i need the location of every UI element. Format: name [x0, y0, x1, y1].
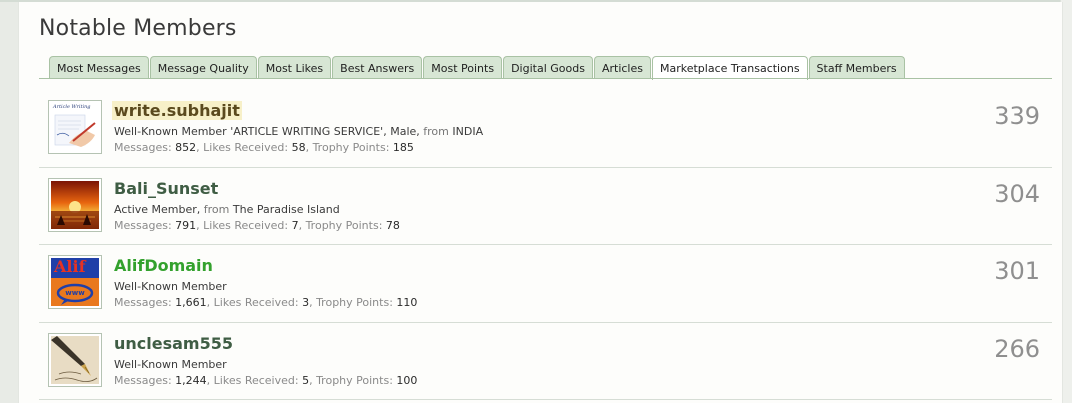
writing-hand-icon — [51, 103, 99, 151]
member-stats: Messages: 791, Likes Received: 7, Trophy… — [114, 218, 400, 232]
member-title: Well-Known Member — [114, 125, 227, 138]
messages-count: 791 — [175, 218, 197, 232]
avatar[interactable]: Article Writing — [48, 100, 102, 154]
tab-digital-goods[interactable]: Digital Goods — [503, 56, 593, 79]
points-count[interactable]: 100 — [396, 374, 417, 387]
avatar-sub-text: www — [65, 289, 85, 297]
sunset-icon — [51, 180, 99, 229]
member-stats: Messages: 1,244, Likes Received: 5, Trop… — [114, 373, 418, 387]
likes-label: Likes Received: — [213, 373, 299, 387]
avatar[interactable]: Alif www — [48, 255, 102, 309]
member-name[interactable]: AlifDomain — [114, 256, 213, 275]
page-title: Notable Members — [39, 16, 237, 41]
member-info: Well-Known Member — [114, 280, 227, 293]
from-label: from — [423, 125, 449, 138]
points-label: Trophy Points: — [316, 296, 393, 309]
member-list: Article Writing write.subhajit Well-Know… — [39, 90, 1052, 400]
speech-bubble-icon — [56, 283, 94, 305]
transaction-count: 266 — [994, 334, 1040, 363]
transaction-count: 301 — [994, 257, 1040, 285]
points-label: Trophy Points: — [316, 373, 393, 387]
member-tabs: Most Messages Message Quality Most Likes… — [49, 55, 906, 80]
member-custom-title: 'ARTICLE WRITING SERVICE' — [230, 125, 384, 138]
likes-count: 3 — [302, 296, 310, 309]
member-location[interactable]: The Paradise Island — [233, 203, 340, 216]
tab-staff-members[interactable]: Staff Members — [808, 56, 905, 79]
messages-label: Messages: — [114, 218, 172, 232]
tab-most-likes[interactable]: Most Likes — [257, 56, 332, 79]
member-gender: Male — [390, 125, 417, 138]
points-count[interactable]: 110 — [396, 296, 417, 309]
from-label: from — [203, 202, 230, 216]
transaction-count: 339 — [994, 102, 1040, 130]
tab-marketplace-transactions[interactable]: Marketplace Transactions — [651, 56, 808, 80]
member-info: Well-Known Member — [114, 358, 227, 371]
member-title: Well-Known Member — [114, 357, 227, 371]
points-label: Trophy Points: — [305, 218, 383, 232]
likes-label: Likes Received: — [203, 218, 289, 232]
member-row: Article Writing write.subhajit Well-Know… — [39, 90, 1052, 168]
likes-label: Likes Received: — [203, 141, 289, 154]
member-name[interactable]: write.subhajit — [112, 101, 242, 120]
likes-label: Likes Received: — [213, 296, 299, 309]
tab-articles[interactable]: Articles — [593, 56, 651, 79]
avatar-image: Alif www — [51, 258, 99, 306]
member-name[interactable]: Bali_Sunset — [114, 179, 218, 198]
notable-members-panel: Notable Members Most Messages Message Qu… — [18, 2, 1063, 403]
member-row: Alif www AlifDomain Well-Known Member Me… — [39, 245, 1052, 323]
member-title: Well-Known Member — [114, 280, 227, 293]
messages-label: Messages: — [114, 296, 172, 309]
tab-most-points[interactable]: Most Points — [423, 56, 503, 79]
messages-label: Messages: — [114, 141, 172, 154]
avatar[interactable] — [48, 332, 102, 387]
avatar-image — [51, 335, 99, 384]
likes-count: 7 — [291, 218, 299, 232]
messages-count: 1,661 — [175, 296, 207, 309]
avatar-image: Article Writing — [51, 103, 99, 151]
member-row: unclesam555 Well-Known Member Messages: … — [39, 323, 1052, 400]
member-location[interactable]: INDIA — [452, 125, 483, 138]
member-info: Active Member, from The Paradise Island — [114, 202, 340, 216]
messages-count: 852 — [175, 141, 197, 154]
member-title: Active Member — [114, 202, 197, 216]
member-stats: Messages: 852, Likes Received: 58, Troph… — [114, 141, 414, 154]
member-stats: Messages: 1,661, Likes Received: 3, Trop… — [114, 296, 418, 309]
messages-count: 1,244 — [175, 373, 207, 387]
tab-most-messages[interactable]: Most Messages — [49, 56, 149, 79]
tab-message-quality[interactable]: Message Quality — [149, 56, 257, 79]
likes-count: 5 — [302, 373, 310, 387]
messages-label: Messages: — [114, 373, 172, 387]
points-label: Trophy Points: — [312, 141, 390, 154]
points-count[interactable]: 78 — [386, 219, 400, 232]
tab-best-answers[interactable]: Best Answers — [332, 56, 423, 79]
tabs-divider — [39, 78, 1052, 79]
member-info: Well-Known Member 'ARTICLE WRITING SERVI… — [114, 125, 484, 138]
avatar-caption: Article Writing — [53, 104, 91, 110]
transaction-count: 304 — [994, 179, 1040, 208]
member-name[interactable]: unclesam555 — [114, 334, 233, 353]
likes-count: 58 — [291, 141, 306, 154]
avatar-image — [51, 180, 99, 229]
avatar[interactable] — [48, 177, 102, 232]
fountain-pen-icon — [51, 335, 99, 384]
points-count[interactable]: 185 — [393, 141, 414, 154]
member-row: Bali_Sunset Active Member, from The Para… — [39, 168, 1052, 245]
